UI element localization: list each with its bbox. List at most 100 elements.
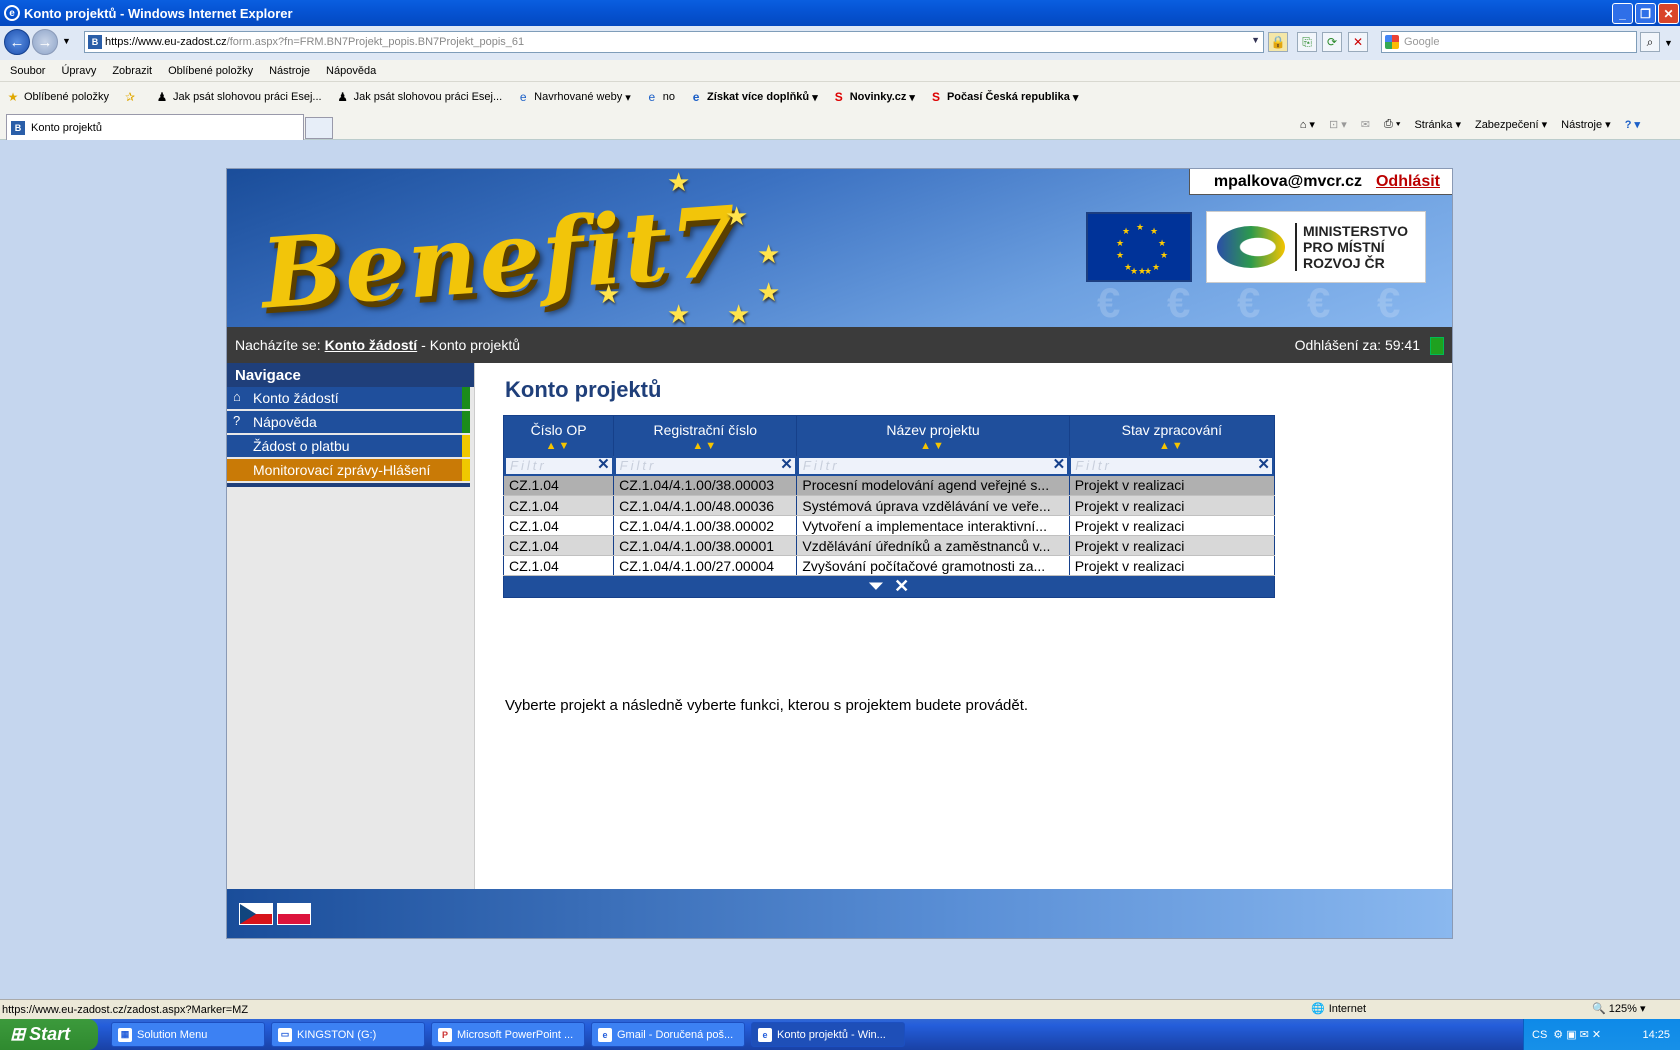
security-zone[interactable]: 🌐 Internet <box>1311 1002 1366 1016</box>
menu-edit[interactable]: Úpravy <box>61 65 96 77</box>
table-footer: ⏷ ✕ <box>503 575 1275 598</box>
menu-tools[interactable]: Nástroje <box>269 65 310 77</box>
menu-favorites[interactable]: Oblíbené položky <box>168 65 253 77</box>
breadcrumb-link-konto-zadosti[interactable]: Konto žádostí <box>325 337 418 353</box>
sidebar-item-monitorovaci-zpravy[interactable]: Monitorovací zprávy-Hlášení <box>227 459 470 481</box>
favorite-link[interactable]: S Novinky.cz ▾ <box>832 90 915 104</box>
page-footer <box>227 889 1452 938</box>
favorite-link[interactable]: S Počasí Česká republika ▾ <box>929 90 1079 104</box>
refresh-icon[interactable]: ⟳ <box>1322 32 1342 52</box>
security-menu[interactable]: Zabezpečení ▾ <box>1475 118 1547 131</box>
menu-file[interactable]: Soubor <box>10 65 45 77</box>
clear-all-filters-icon[interactable]: ✕ <box>894 576 909 596</box>
zoom-level[interactable]: 🔍 125% ▾ <box>1592 1002 1645 1015</box>
filter-input-stav-zpracovani[interactable]: Filtr ✕ <box>1071 456 1272 474</box>
address-input[interactable]: B https:// www.eu-zadost.cz /form.aspx?f… <box>84 31 1264 53</box>
czech-flag-icon[interactable] <box>239 903 273 925</box>
tab-konto-projektu[interactable]: B Konto projektů <box>6 114 304 140</box>
user-box: mpalkova@mvcr.cz Odhlásit <box>1189 169 1452 195</box>
menu-help[interactable]: Nápověda <box>326 65 376 77</box>
sort-arrows-icon[interactable]: ▲▼ <box>504 440 613 452</box>
maximize-button[interactable]: ❐ <box>1635 3 1656 24</box>
polish-flag-icon[interactable] <box>277 903 311 925</box>
favorite-link[interactable]: e Navrhované weby ▾ <box>516 90 631 104</box>
favorites-button[interactable]: ★ Oblíbené položky <box>6 90 109 104</box>
home-icon: ⌂ <box>233 389 241 404</box>
table-row[interactable]: CZ.1.04 CZ.1.04/4.1.00/48.00036 Systémová … <box>503 495 1276 516</box>
favorite-link[interactable]: ♟ Jak psát slohovou práci Esej... <box>336 90 502 104</box>
home-icon[interactable]: ⌂ ▾ <box>1300 118 1315 131</box>
ministry-swirl-icon <box>1217 226 1285 268</box>
taskbar-item-gmail[interactable]: e Gmail - Doručená poš... <box>591 1022 745 1047</box>
column-header-stav-zpracovani[interactable]: Stav zpracování ▲▼ <box>1069 415 1276 456</box>
logout-link[interactable]: Odhlásit <box>1376 173 1440 191</box>
clear-filter-icon[interactable]: ✕ <box>1257 456 1270 473</box>
filter-icon[interactable]: ⏷ <box>869 576 883 596</box>
rss-icon[interactable]: ⊡ ▾ <box>1329 118 1347 131</box>
ie-icon: e <box>758 1027 772 1042</box>
table-row[interactable]: CZ.1.04 CZ.1.04/4.1.00/38.00002 Vytvoření … <box>503 515 1276 536</box>
tray-icons[interactable]: ⚙ ▣ ✉ ✕ <box>1553 1028 1601 1041</box>
column-header-cislo-op[interactable]: Číslo OP ▲▼ <box>503 415 615 456</box>
seznam-icon: S <box>834 90 843 104</box>
taskbar-item-powerpoint[interactable]: P Microsoft PowerPoint ... <box>431 1022 585 1047</box>
close-button[interactable]: ✕ <box>1658 3 1679 24</box>
favorite-link[interactable]: e Získat více doplňků ▾ <box>689 90 818 104</box>
forward-button[interactable]: → <box>32 29 58 55</box>
clear-filter-icon[interactable]: ✕ <box>1053 456 1066 473</box>
search-options-icon[interactable]: ▼ <box>1664 38 1673 48</box>
start-button[interactable]: ⊞ Start <box>0 1019 98 1050</box>
lock-icon[interactable]: 🔒 <box>1268 32 1288 52</box>
back-button[interactable]: ← <box>4 29 30 55</box>
instruction-text: Vyberte projekt a následně vyberte funkc… <box>505 697 1029 714</box>
print-icon[interactable]: ⎙ ▾ <box>1384 118 1400 131</box>
history-dropdown-icon[interactable]: ▼ <box>62 36 71 46</box>
menu-view[interactable]: Zobrazit <box>112 65 152 77</box>
address-dropdown-icon[interactable]: ▼ <box>1251 35 1260 45</box>
menu-bar: Soubor Úpravy Zobrazit Oblíbené položky … <box>0 60 1680 82</box>
sort-arrows-icon[interactable]: ▲▼ <box>1070 440 1274 452</box>
window-title: Konto projektů - Windows Internet Explor… <box>24 5 293 21</box>
column-header-nazev-projektu[interactable]: Název projektu ▲▼ <box>796 415 1070 456</box>
window-title-bar[interactable]: e Konto projektů - Windows Internet Expl… <box>0 0 1680 26</box>
taskbar-item-solution-menu[interactable]: ▦ Solution Menu <box>111 1022 265 1047</box>
help-icon[interactable]: ? ▾ <box>1625 118 1640 131</box>
mail-icon[interactable]: ✉ <box>1361 118 1370 131</box>
app-icon: ▦ <box>118 1027 132 1042</box>
filter-input-registracni-cislo[interactable]: Filtr ✕ <box>615 456 795 474</box>
search-icon[interactable]: ⌕ <box>1640 32 1660 52</box>
table-row[interactable]: CZ.1.04 CZ.1.04/4.1.00/38.00003 Procesní m… <box>503 475 1276 496</box>
language-indicator[interactable]: CS <box>1532 1029 1547 1041</box>
taskbar-item-konto-projektu[interactable]: e Konto projektů - Win... <box>751 1022 905 1047</box>
clear-filter-icon[interactable]: ✕ <box>597 456 610 473</box>
stop-icon[interactable]: ✕ <box>1348 32 1368 52</box>
table-row[interactable]: CZ.1.04 CZ.1.04/4.1.00/38.00001 Vzdělávání… <box>503 535 1276 556</box>
favorite-link[interactable]: e no <box>645 90 675 104</box>
site-favicon: B <box>11 120 25 135</box>
filter-input-cislo-op[interactable]: Filtr ✕ <box>506 456 612 474</box>
clear-filter-icon[interactable]: ✕ <box>780 456 793 473</box>
filter-input-nazev-projektu[interactable]: Filtr ✕ <box>798 456 1068 474</box>
compatibility-icon[interactable]: ⎘ <box>1297 32 1317 52</box>
sidebar-item-konto-zadosti[interactable]: ⌂ Konto žádostí <box>227 387 470 409</box>
search-input[interactable]: Google <box>1381 31 1637 53</box>
add-favorite-button[interactable]: ✰ <box>123 90 141 104</box>
page-menu[interactable]: Stránka ▾ <box>1414 118 1461 131</box>
sidebar-item-napoveda[interactable]: ? Nápověda <box>227 411 470 433</box>
web-page: € € € € € Benefit7 ★ ★ ★ ★ ★ ★ ★ mpalkov… <box>226 168 1453 939</box>
session-status-indicator <box>1430 337 1444 355</box>
taskbar-item-kingston[interactable]: ▭ KINGSTON (G:) <box>271 1022 425 1047</box>
tools-menu[interactable]: Nástroje ▾ <box>1561 118 1611 131</box>
favorite-link[interactable]: ♟ Jak psát slohovou práci Esej... <box>155 90 322 104</box>
sort-arrows-icon[interactable]: ▲▼ <box>797 440 1068 452</box>
star-icon: ★ <box>727 299 751 327</box>
sidebar-item-zadost-o-platbu[interactable]: Žádost o platbu <box>227 435 470 457</box>
add-favorite-icon: ✰ <box>124 90 136 104</box>
clock: 14:25 <box>1642 1028 1670 1041</box>
table-row[interactable]: CZ.1.04 CZ.1.04/4.1.00/27.00004 Zvyšování … <box>503 555 1276 576</box>
column-header-registracni-cislo[interactable]: Registrační číslo ▲▼ <box>613 415 798 456</box>
minimize-button[interactable]: _ <box>1612 3 1633 24</box>
new-tab-button[interactable] <box>305 117 333 139</box>
euro-watermark: € <box>1377 279 1401 326</box>
sort-arrows-icon[interactable]: ▲▼ <box>614 440 796 452</box>
